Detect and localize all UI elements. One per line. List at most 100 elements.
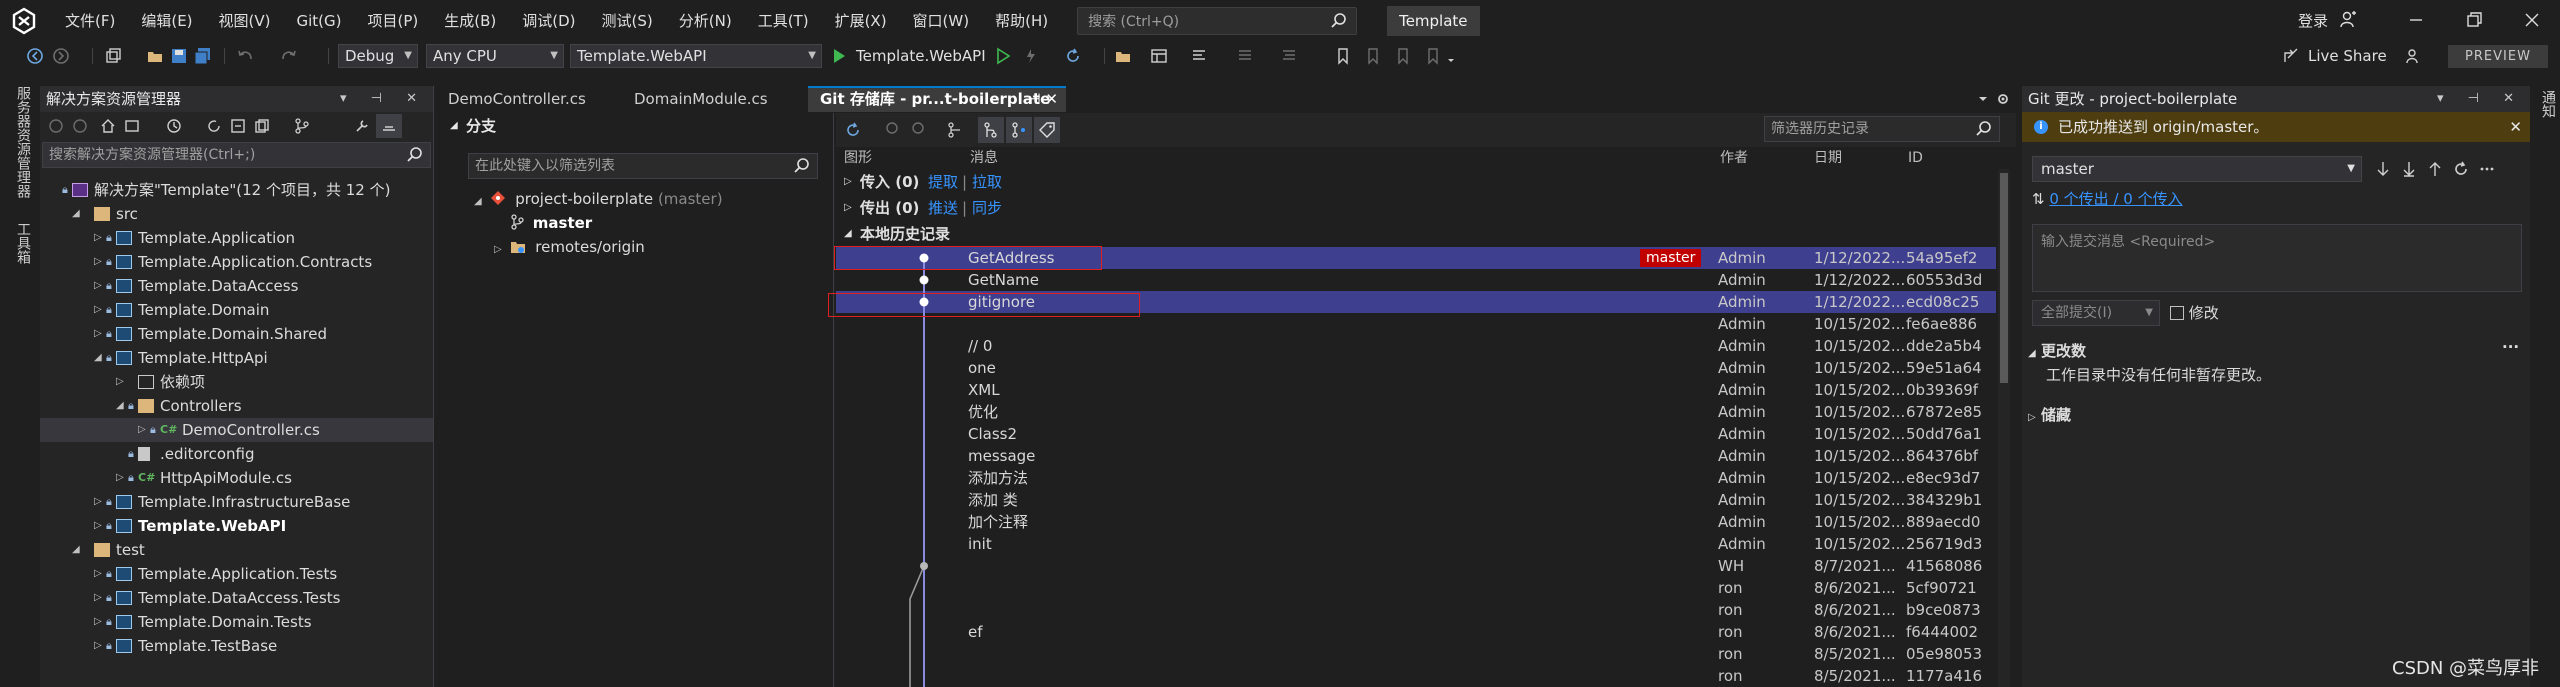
tree-item[interactable]: ▷ 🔒︎ C# DemoController.cs bbox=[40, 418, 433, 442]
tree-item[interactable]: ▷ 🔒︎ Template.Application.Contracts bbox=[40, 250, 433, 274]
remote-branches-toggle[interactable] bbox=[1006, 117, 1032, 143]
zoom-out-icon[interactable] bbox=[908, 121, 926, 139]
tab-list-icon[interactable] bbox=[1976, 92, 1990, 106]
tree-item[interactable]: ◢ test bbox=[40, 538, 433, 562]
expand-arrow-icon[interactable]: ◢ bbox=[474, 196, 482, 207]
collapse-all-icon[interactable] bbox=[230, 118, 246, 134]
restore-icon[interactable] bbox=[2464, 10, 2484, 30]
preview-badge[interactable]: PREVIEW bbox=[2448, 45, 2548, 68]
tree-item[interactable]: ▷ 🔒︎ Template.TestBase bbox=[40, 634, 433, 658]
menu-item[interactable]: 调试(D) bbox=[509, 0, 588, 42]
expand-arrow-icon[interactable]: ▷ bbox=[94, 634, 102, 658]
refresh-icon[interactable] bbox=[1064, 47, 1082, 65]
branch-tag-badge[interactable]: master bbox=[1640, 249, 1702, 267]
commit-row[interactable]: // 0 Admin 10/15/202... dde2a5b4 bbox=[836, 335, 1996, 357]
first-parent-toggle[interactable] bbox=[978, 117, 1004, 143]
refresh-icon[interactable] bbox=[844, 121, 862, 139]
redo-icon[interactable] bbox=[280, 47, 298, 65]
tree-item[interactable]: ▷ 🔒︎ Template.DataAccess.Tests bbox=[40, 586, 433, 610]
expand-arrow-icon[interactable]: ▷ bbox=[844, 196, 852, 220]
bookmark-icon[interactable] bbox=[1334, 47, 1352, 65]
platform-dropdown[interactable]: Any CPU ▼ bbox=[426, 44, 564, 68]
branch-filter-input[interactable]: 在此处键入以筛选列表 bbox=[468, 153, 818, 179]
column-header-id[interactable]: ID bbox=[1908, 147, 1923, 169]
tree-item[interactable]: 🔒︎ 解决方案"Template"(12 个项目，共 12 个) bbox=[40, 178, 433, 202]
switch-views-icon[interactable] bbox=[124, 118, 140, 134]
commit-row[interactable]: WH 8/7/2021... 41568086 bbox=[836, 555, 1996, 577]
tree-item[interactable]: ▷ 🔒︎ Template.Domain bbox=[40, 298, 433, 322]
expand-arrow-icon[interactable]: ▷ bbox=[94, 226, 102, 250]
expand-arrow-icon[interactable]: ▷ bbox=[94, 298, 102, 322]
commit-row[interactable]: 加个注释 Admin 10/15/202... 889aecd0 bbox=[836, 511, 1996, 533]
hot-reload-icon[interactable] bbox=[1022, 47, 1040, 65]
expand-arrow-icon[interactable]: ▷ bbox=[94, 514, 102, 538]
commit-row[interactable]: 添加方法 Admin 10/15/202... e8ec93d7 bbox=[836, 467, 1996, 489]
live-share-button[interactable]: Live Share bbox=[2308, 42, 2387, 70]
clear-bookmarks-icon[interactable] bbox=[1424, 47, 1442, 65]
history-filter-input[interactable]: 筛选器历史记录 bbox=[1764, 116, 2000, 142]
expand-arrow-icon[interactable]: ▷ bbox=[94, 490, 102, 514]
format-icon[interactable] bbox=[1190, 47, 1208, 65]
expand-arrow-icon[interactable]: ▷ bbox=[94, 322, 102, 346]
expand-arrow-icon[interactable]: ▷ bbox=[116, 370, 124, 394]
global-search-input[interactable]: 搜索 (Ctrl+Q) bbox=[1077, 7, 1358, 35]
layout-icon[interactable] bbox=[1150, 47, 1168, 65]
forward-icon[interactable] bbox=[52, 47, 70, 65]
menu-item[interactable]: 编辑(E) bbox=[128, 0, 205, 42]
tree-item[interactable]: ◢ 🔒︎ Template.HttpApi bbox=[40, 346, 433, 370]
undo-icon[interactable] bbox=[236, 47, 254, 65]
commit-row[interactable]: ron 8/6/2021... b9ce0873 bbox=[836, 599, 1996, 621]
tree-item[interactable]: ◢ 🔒︎ Controllers bbox=[40, 394, 433, 418]
column-header-message[interactable]: 消息 bbox=[970, 147, 998, 169]
live-share-icon[interactable] bbox=[2282, 47, 2300, 65]
tab-democontroller[interactable]: DemoController.cs bbox=[436, 86, 618, 112]
menu-item[interactable]: 项目(P) bbox=[355, 0, 432, 42]
home-icon[interactable] bbox=[100, 118, 116, 134]
commit-row[interactable]: ef ron 8/6/2021... f6444002 bbox=[836, 621, 1996, 643]
outgoing-incoming-summary[interactable]: ⇅ 0 个传出 / 0 个传入 bbox=[2032, 188, 2183, 209]
commit-row[interactable]: message Admin 10/15/202... 864376bf bbox=[836, 445, 1996, 467]
checkbox-box[interactable] bbox=[2170, 306, 2184, 320]
prev-bookmark-icon[interactable] bbox=[1364, 47, 1382, 65]
commit-row[interactable]: ron 8/5/2021... 05e98053 bbox=[836, 643, 1996, 665]
commit-all-button[interactable]: 全部提交(I) ▼ bbox=[2032, 300, 2160, 326]
panel-controls[interactable]: ▾ ⊣ ✕ bbox=[2437, 86, 2524, 112]
settings-gear-icon[interactable] bbox=[1996, 92, 2010, 106]
zoom-in-icon[interactable] bbox=[882, 121, 900, 139]
dismiss-banner-icon[interactable]: ✕ bbox=[2509, 112, 2522, 142]
push-link[interactable]: 推送 bbox=[928, 196, 958, 220]
panel-controls[interactable]: ▾ ⊣ ✕ bbox=[340, 86, 427, 112]
solution-name-badge[interactable]: Template bbox=[1387, 6, 1480, 36]
column-header-author[interactable]: 作者 bbox=[1720, 147, 1748, 169]
uncomment-icon[interactable] bbox=[1280, 47, 1298, 65]
git-branch-icon[interactable] bbox=[294, 118, 310, 134]
tree-item[interactable]: ▷ 🔒︎ Template.InfrastructureBase bbox=[40, 490, 433, 514]
expand-arrow-icon[interactable]: ▷ bbox=[2028, 412, 2036, 423]
pull-icon[interactable] bbox=[2400, 160, 2418, 178]
fetch-link[interactable]: 提取 bbox=[928, 170, 958, 194]
menu-item[interactable]: 窗口(W) bbox=[900, 0, 983, 42]
preview-selected-toggle[interactable] bbox=[376, 114, 402, 138]
changes-section-header[interactable]: ◢ 更改数 bbox=[2028, 340, 2086, 361]
configuration-dropdown[interactable]: Debug ▼ bbox=[338, 44, 418, 68]
collapse-arrow-icon[interactable]: ◢ bbox=[116, 394, 124, 418]
commit-row[interactable]: GetName Admin 1/12/2022... 60553d3d bbox=[836, 269, 1996, 291]
tree-item[interactable]: ▷ 🔒︎ Template.Application.Tests bbox=[40, 562, 433, 586]
menu-item[interactable]: 扩展(X) bbox=[822, 0, 900, 42]
toolbox-tab[interactable]: 工具箱 bbox=[13, 222, 33, 264]
expand-arrow-icon[interactable]: ▷ bbox=[94, 562, 102, 586]
back-icon[interactable] bbox=[48, 118, 64, 134]
collapse-arrow-icon[interactable]: ◢ bbox=[72, 202, 80, 226]
start-debug-button[interactable]: Template.WebAPI bbox=[856, 42, 986, 70]
feedback-icon[interactable] bbox=[2404, 47, 2422, 65]
history-icon[interactable] bbox=[166, 118, 182, 134]
graph-icon[interactable] bbox=[946, 121, 964, 139]
outgoing-incoming-link[interactable]: 0 个传出 / 0 个传入 bbox=[2049, 190, 2182, 208]
menu-item[interactable]: 帮助(H) bbox=[982, 0, 1061, 42]
open-folder-icon[interactable] bbox=[146, 47, 164, 65]
commit-row[interactable]: 添加 类 Admin 10/15/202... 384329b1 bbox=[836, 489, 1996, 511]
expand-arrow-icon[interactable]: ▷ bbox=[138, 418, 146, 442]
fetch-icon[interactable] bbox=[2374, 160, 2392, 178]
commit-row[interactable]: XML Admin 10/15/202... 0b39369f bbox=[836, 379, 1996, 401]
tab-close-icon[interactable]: ⊣ ✕ bbox=[1028, 88, 1058, 110]
